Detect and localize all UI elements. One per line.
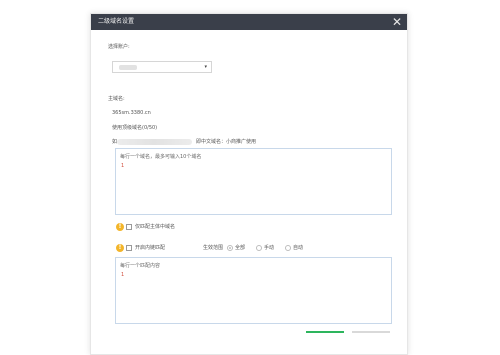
domain-textarea-placeholder: 每行一个域名，最多可输入10个域名 bbox=[120, 154, 202, 160]
account-selected-value bbox=[119, 65, 137, 70]
scope-option-auto: 自动 bbox=[293, 245, 304, 251]
dialog-title: 二级域名设置 bbox=[98, 18, 135, 25]
account-select[interactable]: ▾ bbox=[112, 61, 212, 73]
scope-radio-auto[interactable] bbox=[285, 245, 291, 251]
only-hosted-checkbox[interactable] bbox=[126, 224, 132, 230]
domain-label: 主域名: bbox=[108, 96, 125, 102]
enable-rules-label: 开启内链匹配 bbox=[135, 245, 166, 251]
scope-option-manual: 手动 bbox=[264, 245, 275, 251]
only-hosted-label: 仅匹配主体中域名 bbox=[135, 224, 176, 230]
scope-radio-all[interactable] bbox=[227, 245, 233, 251]
blurred-example bbox=[117, 139, 192, 145]
scope-option-all: 全部 bbox=[235, 245, 246, 251]
confirm-button[interactable] bbox=[306, 331, 344, 333]
domain-example-suffix: 即中文域名：小商推广使用 bbox=[196, 139, 257, 145]
close-icon[interactable]: ✕ bbox=[392, 15, 402, 29]
enable-rules-checkbox[interactable] bbox=[126, 245, 132, 251]
warning-icon: ! bbox=[116, 223, 124, 231]
chevron-down-icon: ▾ bbox=[204, 64, 207, 70]
warning-icon: ! bbox=[116, 244, 124, 252]
domain-textarea[interactable]: 每行一个域名，最多可输入10个域名 1 bbox=[115, 148, 392, 215]
rules-textarea-placeholder: 每行一个匹配内容 bbox=[120, 263, 161, 269]
account-label: 选择账户: bbox=[108, 44, 130, 50]
cancel-button[interactable] bbox=[352, 331, 390, 333]
scope-radio-manual[interactable] bbox=[256, 245, 262, 251]
line-number: 1 bbox=[121, 272, 125, 278]
domain-usage: 使用顶级域名(0/50) bbox=[112, 125, 158, 131]
line-number: 1 bbox=[121, 163, 125, 169]
rules-textarea[interactable]: 每行一个匹配内容 1 bbox=[115, 257, 392, 324]
domain-value: 365sm.3380.cn bbox=[112, 110, 151, 116]
dialog-titlebar: 二级域名设置 ✕ bbox=[91, 14, 407, 30]
scope-label: 生效范围 bbox=[203, 245, 224, 251]
